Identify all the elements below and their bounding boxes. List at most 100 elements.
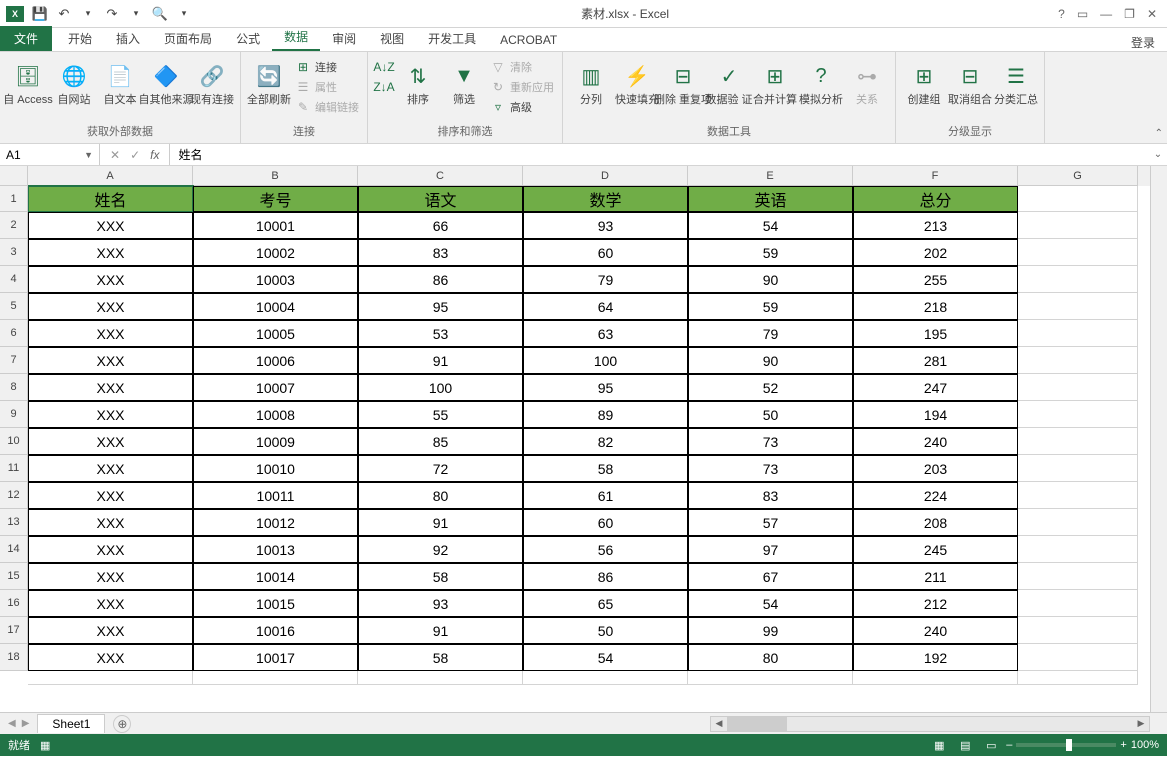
empty-cell[interactable] bbox=[1018, 293, 1138, 320]
relationships-button[interactable]: ⊶关系 bbox=[845, 58, 889, 106]
empty-cell[interactable] bbox=[1018, 239, 1138, 266]
empty-cell[interactable] bbox=[1018, 428, 1138, 455]
column-header[interactable]: C bbox=[358, 166, 523, 186]
data-cell[interactable]: 90 bbox=[688, 266, 853, 293]
formula-input[interactable]: 姓名 bbox=[170, 144, 1149, 165]
empty-cell[interactable] bbox=[1018, 401, 1138, 428]
tab-formula[interactable]: 公式 bbox=[224, 26, 272, 51]
data-cell[interactable]: 224 bbox=[853, 482, 1018, 509]
data-cell[interactable]: 64 bbox=[523, 293, 688, 320]
data-cell[interactable]: 86 bbox=[358, 266, 523, 293]
empty-cell[interactable] bbox=[1018, 563, 1138, 590]
edit-links-button[interactable]: ✎编辑链接 bbox=[293, 98, 361, 116]
data-cell[interactable]: 100 bbox=[358, 374, 523, 401]
empty-cell[interactable] bbox=[28, 671, 193, 685]
sheet-nav-next-icon[interactable]: ▶ bbox=[22, 718, 30, 729]
data-cell[interactable]: 10005 bbox=[193, 320, 358, 347]
data-cell[interactable]: 90 bbox=[688, 347, 853, 374]
name-box[interactable]: A1▼ bbox=[0, 144, 100, 165]
data-cell[interactable]: 194 bbox=[853, 401, 1018, 428]
data-cell[interactable]: XXX bbox=[28, 293, 193, 320]
data-cell[interactable]: 255 bbox=[853, 266, 1018, 293]
data-cell[interactable]: 10001 bbox=[193, 212, 358, 239]
data-cell[interactable]: 192 bbox=[853, 644, 1018, 671]
row-number[interactable]: 10 bbox=[0, 428, 28, 455]
data-cell[interactable]: 72 bbox=[358, 455, 523, 482]
row-number[interactable]: 15 bbox=[0, 563, 28, 590]
header-cell[interactable]: 姓名 bbox=[28, 186, 193, 212]
data-cell[interactable]: 10006 bbox=[193, 347, 358, 374]
macro-record-icon[interactable]: ▦ bbox=[40, 739, 50, 752]
data-cell[interactable]: 10010 bbox=[193, 455, 358, 482]
data-cell[interactable]: 91 bbox=[358, 347, 523, 374]
data-cell[interactable]: 211 bbox=[853, 563, 1018, 590]
data-cell[interactable]: XXX bbox=[28, 644, 193, 671]
data-cell[interactable]: 82 bbox=[523, 428, 688, 455]
formula-cancel-icon[interactable]: ✕ bbox=[110, 148, 120, 162]
empty-cell[interactable] bbox=[1018, 347, 1138, 374]
horizontal-scrollbar[interactable]: ◀ ▶ bbox=[710, 716, 1150, 732]
collapse-ribbon-icon[interactable]: ⌃ bbox=[1155, 128, 1163, 139]
data-cell[interactable]: 91 bbox=[358, 617, 523, 644]
refresh-all-button[interactable]: 🔄全部刷新 bbox=[247, 58, 291, 106]
row-number[interactable]: 4 bbox=[0, 266, 28, 293]
print-preview-icon[interactable]: 🔍 bbox=[152, 6, 168, 22]
data-cell[interactable]: 10016 bbox=[193, 617, 358, 644]
data-cell[interactable]: 86 bbox=[523, 563, 688, 590]
whatif-button[interactable]: ?模拟分析 bbox=[799, 58, 843, 106]
header-cell[interactable]: 英语 bbox=[688, 186, 853, 212]
data-cell[interactable]: 61 bbox=[523, 482, 688, 509]
existing-conn-button[interactable]: 🔗现有连接 bbox=[190, 58, 234, 106]
redo-dropdown-icon[interactable]: ▾ bbox=[128, 6, 144, 22]
sort-asc-button[interactable]: A↓Z bbox=[374, 58, 394, 76]
name-dropdown-icon[interactable]: ▼ bbox=[84, 150, 93, 160]
data-cell[interactable]: 63 bbox=[523, 320, 688, 347]
sort-desc-button[interactable]: Z↓A bbox=[374, 78, 394, 96]
data-cell[interactable]: 95 bbox=[523, 374, 688, 401]
data-cell[interactable]: 10008 bbox=[193, 401, 358, 428]
column-header[interactable]: F bbox=[853, 166, 1018, 186]
undo-icon[interactable]: ↶ bbox=[56, 6, 72, 22]
empty-cell[interactable] bbox=[1018, 644, 1138, 671]
data-cell[interactable]: 213 bbox=[853, 212, 1018, 239]
empty-cell[interactable] bbox=[1018, 455, 1138, 482]
data-cell[interactable]: 54 bbox=[523, 644, 688, 671]
data-cell[interactable]: XXX bbox=[28, 563, 193, 590]
row-number[interactable]: 9 bbox=[0, 401, 28, 428]
data-cell[interactable]: 10017 bbox=[193, 644, 358, 671]
row-number[interactable]: 8 bbox=[0, 374, 28, 401]
row-number[interactable]: 12 bbox=[0, 482, 28, 509]
data-cell[interactable]: XXX bbox=[28, 401, 193, 428]
data-cell[interactable]: 85 bbox=[358, 428, 523, 455]
advanced-filter-button[interactable]: ▿高级 bbox=[488, 98, 556, 116]
data-cell[interactable]: 65 bbox=[523, 590, 688, 617]
select-all-corner[interactable] bbox=[0, 166, 28, 186]
data-cell[interactable]: 53 bbox=[358, 320, 523, 347]
empty-cell[interactable] bbox=[193, 671, 358, 685]
data-validation-button[interactable]: ✓数据验 证 bbox=[707, 58, 751, 106]
data-cell[interactable]: 54 bbox=[688, 590, 853, 617]
data-cell[interactable]: 55 bbox=[358, 401, 523, 428]
data-cell[interactable]: 83 bbox=[688, 482, 853, 509]
empty-cell[interactable] bbox=[1018, 186, 1138, 212]
header-cell[interactable]: 考号 bbox=[193, 186, 358, 212]
data-cell[interactable]: 92 bbox=[358, 536, 523, 563]
row-number[interactable]: 6 bbox=[0, 320, 28, 347]
empty-cell[interactable] bbox=[1018, 509, 1138, 536]
row-number[interactable]: 1 bbox=[0, 186, 28, 212]
tab-review[interactable]: 审阅 bbox=[320, 26, 368, 51]
close-icon[interactable]: ✕ bbox=[1147, 7, 1157, 21]
empty-cell[interactable] bbox=[1018, 374, 1138, 401]
add-sheet-button[interactable]: ⊕ bbox=[113, 715, 131, 733]
empty-cell[interactable] bbox=[1018, 212, 1138, 239]
data-cell[interactable]: 10013 bbox=[193, 536, 358, 563]
row-number[interactable]: 5 bbox=[0, 293, 28, 320]
data-cell[interactable]: 10015 bbox=[193, 590, 358, 617]
tab-page-layout[interactable]: 页面布局 bbox=[152, 26, 224, 51]
data-cell[interactable]: 73 bbox=[688, 428, 853, 455]
data-cell[interactable]: 58 bbox=[358, 563, 523, 590]
empty-cell[interactable] bbox=[1018, 266, 1138, 293]
fx-icon[interactable]: fx bbox=[150, 148, 159, 162]
tab-data[interactable]: 数据 bbox=[272, 24, 320, 51]
row-number[interactable]: 3 bbox=[0, 239, 28, 266]
